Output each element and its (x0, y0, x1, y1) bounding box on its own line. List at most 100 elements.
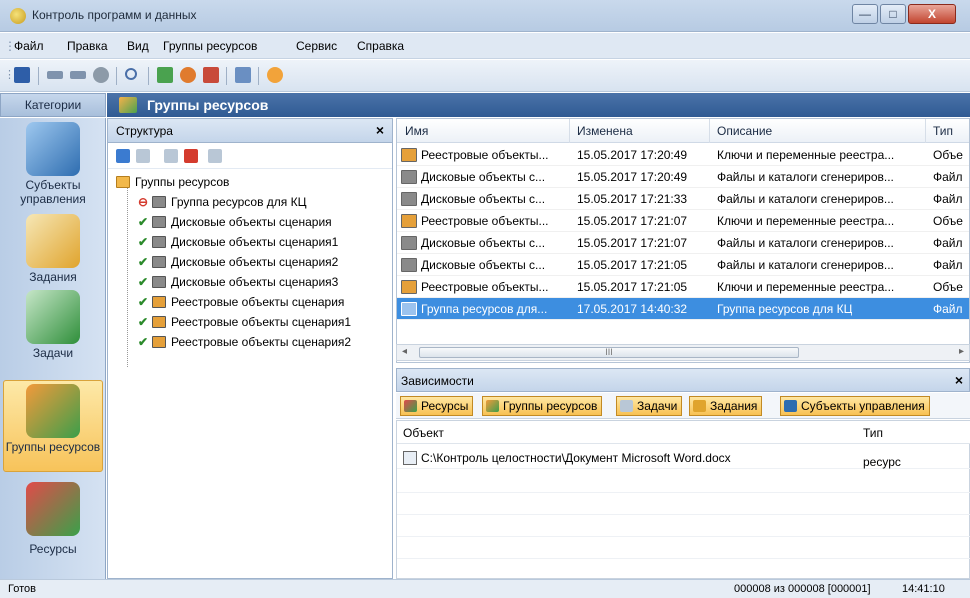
scroll-left-icon[interactable]: ◂ (402, 346, 407, 357)
category-jobs[interactable]: Задания (3, 214, 103, 284)
column-separator (569, 119, 570, 143)
tree-item-label: Дисковые объекты сценария2 (171, 255, 339, 269)
tab-resources[interactable]: Ресурсы (400, 396, 474, 416)
cell-modified: 15.05.2017 17:21:05 (577, 280, 688, 294)
tree-item[interactable]: ✔ Дисковые объекты сценария3 (138, 275, 338, 294)
column-object[interactable]: Объект (403, 426, 444, 440)
users-monitor-icon (26, 122, 80, 176)
horizontal-scrollbar[interactable]: ◂ III ▸ (396, 344, 970, 361)
structure-close-button[interactable]: × (376, 122, 384, 138)
cell-type: Файл (933, 258, 963, 272)
search-icon[interactable] (125, 68, 137, 80)
scroll-right-icon[interactable]: ▸ (959, 346, 964, 357)
tree-item-label: Дисковые объекты сценария3 (171, 275, 339, 289)
tree-item[interactable]: ✔ Дисковые объекты сценария1 (138, 235, 338, 254)
table-row[interactable]: Дисковые объекты с... 15.05.2017 17:20:4… (397, 166, 969, 188)
tab-subjects[interactable]: Субъекты управления (780, 396, 930, 416)
cell-modified: 15.05.2017 17:21:05 (577, 258, 688, 272)
menu-service[interactable]: Сервис (296, 39, 337, 53)
tools-icon[interactable] (235, 67, 251, 83)
category-label: Задания (29, 270, 77, 284)
tree-item[interactable]: ✔ Реестровые объекты сценария1 (138, 315, 351, 334)
empty-row (397, 493, 970, 515)
tree-item[interactable]: ⊖ Группа ресурсов для КЦ (138, 195, 306, 214)
structure-toolbar (108, 143, 392, 169)
cell-name: Дисковые объекты с... (421, 236, 546, 250)
table-row[interactable]: Дисковые объекты с... 15.05.2017 17:21:3… (397, 188, 969, 210)
tree-item[interactable]: ✔ Реестровые объекты сценария2 (138, 335, 351, 354)
disk-object-icon (401, 236, 417, 250)
tab-jobs[interactable]: Задания (689, 396, 763, 416)
delete-icon[interactable] (184, 149, 198, 163)
categories-header: Категории (0, 93, 106, 117)
copy-icon[interactable] (164, 149, 178, 163)
category-subjects[interactable]: Субъекты управления (3, 122, 103, 206)
resource-group-icon (119, 97, 137, 113)
column-type[interactable]: Тип (863, 426, 883, 440)
table-row[interactable]: Дисковые объекты с... 15.05.2017 17:21:0… (397, 254, 969, 276)
category-resources[interactable]: Ресурсы (3, 482, 103, 556)
cell-name: Группа ресурсов для... (421, 302, 548, 316)
cell-name: Реестровые объекты... (421, 214, 549, 228)
title-bar: Контроль программ и данных — □ X (0, 0, 970, 32)
category-resource-groups[interactable]: Группы ресурсов (3, 380, 103, 472)
table-row[interactable]: Реестровые объекты... 15.05.2017 17:20:4… (397, 144, 969, 166)
maximize-button[interactable]: □ (880, 4, 906, 24)
toolbar-separator (116, 67, 117, 85)
tree-root[interactable]: Группы ресурсов (116, 175, 229, 194)
minimize-button[interactable]: — (852, 4, 878, 24)
cubes-icon (404, 400, 417, 412)
status-text: Готов (8, 583, 36, 595)
menu-resource-groups[interactable]: Группы ресурсов (163, 39, 257, 53)
cell-modified: 15.05.2017 17:20:49 (577, 170, 688, 184)
properties-icon[interactable] (208, 149, 222, 163)
category-tasks[interactable]: Задачи (3, 290, 103, 360)
tree-item[interactable]: ✔ Дисковые объекты сценария (138, 215, 332, 234)
cell-type: ресурс (863, 455, 901, 469)
column-name[interactable]: Имя (405, 124, 428, 138)
document-icon (403, 451, 417, 465)
tab-tasks[interactable]: Задачи (616, 396, 683, 416)
app-icon (10, 8, 26, 24)
back-arrow-icon[interactable] (47, 71, 63, 79)
menu-edit[interactable]: Правка (67, 39, 108, 53)
menu-file[interactable]: Файл (14, 39, 44, 53)
settings-icon[interactable] (180, 67, 196, 83)
cell-modified: 17.05.2017 14:40:32 (577, 302, 688, 316)
save-icon[interactable] (14, 67, 30, 83)
tab-resource-groups[interactable]: Группы ресурсов (482, 396, 603, 416)
empty-row (397, 515, 970, 537)
status-time: 14:41:10 (902, 583, 945, 595)
resource-group-icon (26, 384, 80, 438)
column-separator (709, 119, 710, 143)
refresh-icon[interactable] (157, 67, 173, 83)
empty-row (397, 537, 970, 559)
tree-item[interactable]: ✔ Реестровые объекты сценария (138, 295, 344, 314)
add-icon[interactable] (116, 149, 130, 163)
calculator-icon[interactable] (203, 67, 219, 83)
dependencies-close-button[interactable]: × (955, 372, 963, 388)
column-modified[interactable]: Изменена (577, 124, 633, 138)
home-icon[interactable] (93, 67, 109, 83)
tree-item-label: Дисковые объекты сценария1 (171, 235, 339, 249)
help-icon[interactable] (267, 67, 283, 83)
table-row[interactable]: Дисковые объекты с... 15.05.2017 17:21:0… (397, 232, 969, 254)
menu-view[interactable]: Вид (127, 39, 149, 53)
table-row[interactable]: Реестровые объекты... 15.05.2017 17:21:0… (397, 210, 969, 232)
table-row[interactable]: Реестровые объекты... 15.05.2017 17:21:0… (397, 276, 969, 298)
cell-description: Ключи и переменные реестра... (717, 280, 895, 294)
column-type[interactable]: Тип (933, 124, 953, 138)
check-icon: ✔ (138, 215, 149, 229)
scroll-thumb[interactable]: III (419, 347, 799, 358)
registry-object-icon (152, 336, 166, 348)
toolbar-separator (226, 67, 227, 85)
column-description[interactable]: Описание (717, 124, 772, 138)
forward-arrow-icon[interactable] (70, 71, 86, 79)
close-button[interactable]: X (908, 4, 956, 24)
check-icon: ✔ (138, 235, 149, 249)
table-row[interactable]: C:\Контроль целостности\Документ Microso… (397, 447, 970, 469)
menu-help[interactable]: Справка (357, 39, 404, 53)
edit-icon[interactable] (136, 149, 150, 163)
table-row-selected[interactable]: Группа ресурсов для... 17.05.2017 14:40:… (397, 298, 969, 320)
tree-item[interactable]: ✔ Дисковые объекты сценария2 (138, 255, 338, 274)
